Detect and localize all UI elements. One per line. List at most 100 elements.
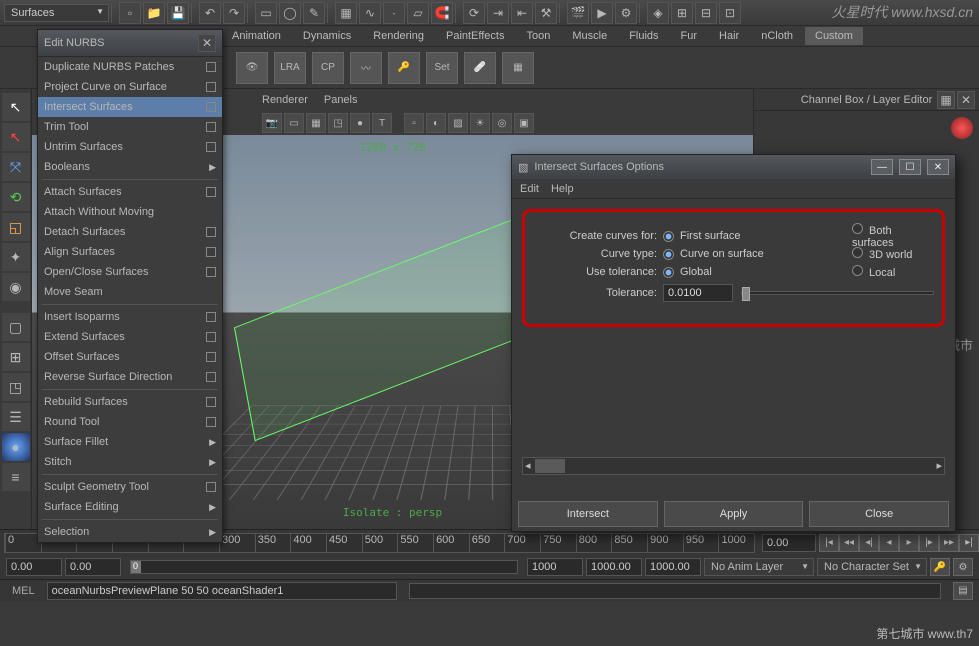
option-box-icon[interactable] bbox=[206, 122, 216, 132]
shelf-curve-icon[interactable]: 〰 bbox=[350, 52, 382, 84]
script-editor-icon[interactable]: ▤ bbox=[953, 582, 973, 600]
menu-item-project-curve-on-surface[interactable]: Project Curve on Surface bbox=[38, 77, 222, 97]
tab-muscle[interactable]: Muscle bbox=[562, 27, 617, 45]
close-button[interactable]: Close bbox=[809, 501, 949, 527]
intersect-button[interactable]: Intersect bbox=[518, 501, 658, 527]
dialog-min-icon[interactable]: — bbox=[871, 159, 893, 175]
undo-icon[interactable]: ↶ bbox=[199, 2, 221, 24]
shelf-medic-icon[interactable]: 🩹 bbox=[464, 52, 496, 84]
dialog-max-icon[interactable]: ☐ bbox=[899, 159, 921, 175]
current-time-field[interactable]: 0.00 bbox=[762, 534, 816, 552]
snap-point-icon[interactable]: ∙ bbox=[383, 2, 405, 24]
menu-item-duplicate-nurbs-patches[interactable]: Duplicate NURBS Patches bbox=[38, 57, 222, 77]
prev-key-icon[interactable]: ◂| bbox=[859, 534, 879, 552]
range-end-a-field[interactable] bbox=[527, 558, 583, 576]
ipr-icon[interactable]: ▶ bbox=[591, 2, 613, 24]
option-box-icon[interactable] bbox=[206, 267, 216, 277]
tab-fur[interactable]: Fur bbox=[671, 27, 708, 45]
tab-animation[interactable]: Animation bbox=[222, 27, 291, 45]
tolerance-slider[interactable] bbox=[741, 291, 934, 295]
render-settings-icon[interactable]: ⚙ bbox=[615, 2, 637, 24]
axis-gizmo-icon[interactable] bbox=[951, 117, 973, 139]
option-box-icon[interactable] bbox=[206, 247, 216, 257]
rotate-tool-icon[interactable]: ⟲ bbox=[2, 183, 30, 211]
radio-local[interactable] bbox=[852, 265, 863, 276]
construction-icon[interactable]: ⚒ bbox=[535, 2, 557, 24]
scroll-left-icon[interactable]: ◂ bbox=[525, 459, 531, 472]
view-script-icon[interactable]: ≡ bbox=[2, 463, 30, 491]
vp-wire-icon[interactable]: ▫ bbox=[404, 113, 424, 133]
menu-item-detach-surfaces[interactable]: Detach Surfaces bbox=[38, 222, 222, 242]
vp-t-icon[interactable]: T bbox=[372, 113, 392, 133]
hypergraph-icon[interactable]: ◈ bbox=[647, 2, 669, 24]
vp-camera-icon[interactable]: 📷 bbox=[262, 113, 282, 133]
radio-global[interactable] bbox=[663, 267, 674, 278]
tab-ncloth[interactable]: nCloth bbox=[751, 27, 803, 45]
tolerance-input[interactable] bbox=[663, 284, 733, 302]
menu-item-attach-surfaces[interactable]: Attach Surfaces bbox=[38, 182, 222, 202]
shelf-eye-icon[interactable]: 👁 bbox=[236, 52, 268, 84]
option-box-icon[interactable] bbox=[206, 312, 216, 322]
vp-menu-panels[interactable]: Panels bbox=[324, 94, 358, 106]
panel-close-icon[interactable]: ✕ bbox=[957, 91, 975, 109]
radio-both-surfaces[interactable] bbox=[852, 223, 863, 234]
option-box-icon[interactable] bbox=[206, 397, 216, 407]
option-box-icon[interactable] bbox=[206, 187, 216, 197]
view-sphere-icon[interactable]: ● bbox=[2, 433, 30, 461]
range-end-c-field[interactable] bbox=[645, 558, 701, 576]
layout3-icon[interactable]: ⊡ bbox=[719, 2, 741, 24]
range-slider[interactable]: 0 bbox=[130, 560, 518, 574]
character-set-dropdown[interactable]: No Character Set bbox=[817, 558, 927, 576]
option-box-icon[interactable] bbox=[206, 227, 216, 237]
prefs-icon[interactable]: ⚙ bbox=[953, 558, 973, 576]
menu-item-round-tool[interactable]: Round Tool bbox=[38, 412, 222, 432]
radio-curve-on-surface[interactable] bbox=[663, 249, 674, 260]
lasso-tool-icon[interactable]: ↖ bbox=[2, 123, 30, 151]
view-outliner-icon[interactable]: ☰ bbox=[2, 403, 30, 431]
scale-tool-icon[interactable]: ◱ bbox=[2, 213, 30, 241]
tab-rendering[interactable]: Rendering bbox=[363, 27, 434, 45]
radio-3d-world[interactable] bbox=[852, 247, 863, 258]
tab-fluids[interactable]: Fluids bbox=[619, 27, 668, 45]
vp-gate-icon[interactable]: ▭ bbox=[284, 113, 304, 133]
tab-hair[interactable]: Hair bbox=[709, 27, 749, 45]
vp-isolate-icon[interactable]: ▣ bbox=[514, 113, 534, 133]
tab-toon[interactable]: Toon bbox=[516, 27, 560, 45]
menu-item-attach-without-moving[interactable]: Attach Without Moving bbox=[38, 202, 222, 222]
rewind-icon[interactable]: |◂ bbox=[819, 534, 839, 552]
dialog-hscrollbar[interactable]: ◂ ▸ bbox=[522, 457, 945, 475]
option-box-icon[interactable] bbox=[206, 352, 216, 362]
apply-button[interactable]: Apply bbox=[664, 501, 804, 527]
option-box-icon[interactable] bbox=[206, 62, 216, 72]
vp-xray-icon[interactable]: ◎ bbox=[492, 113, 512, 133]
menu-item-surface-editing[interactable]: Surface Editing▶ bbox=[38, 497, 222, 517]
option-box-icon[interactable] bbox=[206, 102, 216, 112]
menu-item-rebuild-surfaces[interactable]: Rebuild Surfaces bbox=[38, 392, 222, 412]
output-icon[interactable]: ⇤ bbox=[511, 2, 533, 24]
menu-item-move-seam[interactable]: Move Seam bbox=[38, 282, 222, 302]
save-icon[interactable]: 💾 bbox=[167, 2, 189, 24]
panel-opt-icon[interactable]: ▦ bbox=[937, 91, 955, 109]
dialog-menu-edit[interactable]: Edit bbox=[520, 183, 539, 195]
magnet-icon[interactable]: 🧲 bbox=[431, 2, 453, 24]
layout1-icon[interactable]: ⊞ bbox=[671, 2, 693, 24]
dialog-close-icon[interactable]: ✕ bbox=[927, 159, 949, 175]
view-persp-icon[interactable]: ◳ bbox=[2, 373, 30, 401]
history-icon[interactable]: ⟳ bbox=[463, 2, 485, 24]
autokey-icon[interactable]: 🔑 bbox=[930, 558, 950, 576]
fast-fwd-icon[interactable]: ▸| bbox=[959, 534, 979, 552]
menu-item-stitch[interactable]: Stitch▶ bbox=[38, 452, 222, 472]
menu-close-icon[interactable]: ✕ bbox=[198, 34, 216, 52]
play-back-icon[interactable]: ◂ bbox=[879, 534, 899, 552]
soft-tool-icon[interactable]: ◉ bbox=[2, 273, 30, 301]
anim-layer-dropdown[interactable]: No Anim Layer bbox=[704, 558, 814, 576]
play-fwd-icon[interactable]: ▸ bbox=[899, 534, 919, 552]
tab-custom[interactable]: Custom bbox=[805, 27, 863, 45]
step-fwd-icon[interactable]: ▸▸ bbox=[939, 534, 959, 552]
layout2-icon[interactable]: ⊟ bbox=[695, 2, 717, 24]
option-box-icon[interactable] bbox=[206, 142, 216, 152]
tab-painteffects[interactable]: PaintEffects bbox=[436, 27, 515, 45]
input-icon[interactable]: ⇥ bbox=[487, 2, 509, 24]
render-icon[interactable]: 🎬 bbox=[567, 2, 589, 24]
command-input[interactable] bbox=[47, 582, 397, 600]
